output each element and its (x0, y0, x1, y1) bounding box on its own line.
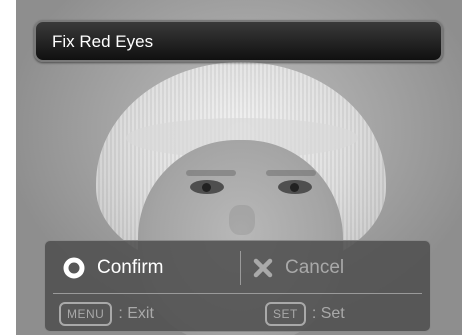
hint-divider (53, 293, 422, 294)
photo-right-brow (266, 170, 316, 176)
photo-right-eye (278, 180, 312, 194)
circle-icon (63, 257, 85, 279)
photo-left-brow (186, 170, 236, 176)
set-key-icon: SET (265, 302, 306, 326)
photo-left-eye (190, 180, 224, 194)
set-hint-label: : Set (311, 305, 345, 322)
cancel-label: Cancel (285, 257, 345, 278)
menu-key-icon: MENU (59, 302, 113, 326)
title-bar: Fix Red Eyes (34, 20, 443, 62)
confirm-option[interactable]: Confirm (63, 253, 164, 283)
photo-nose (229, 205, 255, 235)
confirm-label: Confirm (97, 257, 164, 278)
x-icon (253, 258, 273, 278)
fix-red-eyes-menu: Confirm Cancel MENU : Exit SET : Set (44, 240, 431, 332)
page-title: Fix Red Eyes (52, 32, 154, 51)
cancel-option[interactable]: Cancel (253, 253, 344, 283)
menu-hint-label: : Exit (118, 305, 154, 322)
option-divider (240, 251, 241, 285)
set-hint: SET : Set (265, 301, 345, 327)
menu-exit-hint: MENU : Exit (59, 301, 154, 327)
